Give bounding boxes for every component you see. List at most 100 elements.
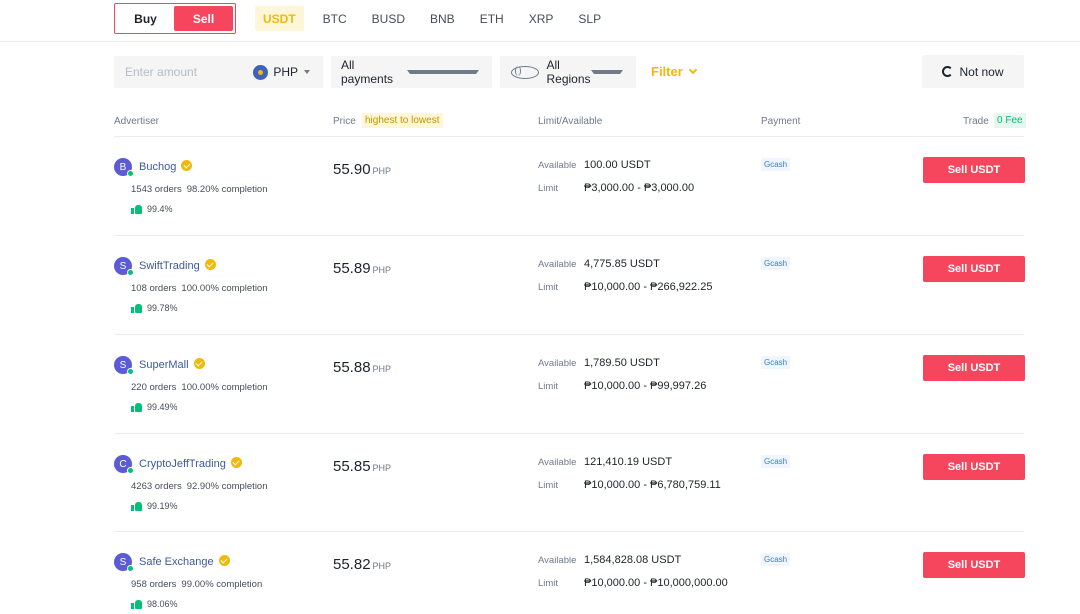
chevron-down-icon [304, 70, 310, 74]
price-value: 55.88 [333, 359, 371, 376]
price-value: 55.90 [333, 161, 371, 178]
advertiser-name-text: SuperMall [139, 359, 189, 371]
available-label: Available [538, 160, 577, 171]
thumbs-up-icon [131, 501, 142, 511]
advertiser-stats: 4263 orders 92.90% completion [131, 481, 268, 492]
table-row: S SwiftTrading 108 orders 100.00% complet… [114, 235, 1025, 334]
thumbs-up-icon [131, 303, 142, 313]
rating-value: 99.4% [147, 204, 173, 214]
available-label: Available [538, 358, 577, 369]
coin-tab-usdt[interactable]: USDT [255, 6, 304, 31]
online-status-icon [127, 170, 134, 177]
limit-label: Limit [538, 578, 559, 589]
limit-label: Limit [538, 381, 559, 392]
coin-tab-busd[interactable]: BUSD [372, 6, 405, 31]
php-currency-icon [253, 64, 269, 80]
verified-badge-icon [193, 358, 205, 369]
filter-label: Filter [651, 64, 683, 79]
sell-usdt-button[interactable]: Sell USDT [923, 454, 1025, 480]
price-currency: PHP [372, 561, 392, 571]
rating-value: 99.78% [147, 303, 178, 313]
not-now-label: Not now [959, 64, 1004, 79]
price-sort-badge[interactable]: highest to lowest [362, 113, 443, 128]
advertiser-name[interactable]: SwiftTrading [139, 259, 216, 272]
price-currency: PHP [372, 166, 392, 176]
rating: 99.4% [131, 204, 173, 214]
limit-label: Limit [538, 480, 559, 491]
online-status-icon [127, 467, 134, 474]
avatar[interactable]: S [114, 356, 134, 375]
filter-button[interactable]: Filter [651, 64, 698, 79]
rating: 99.19% [131, 501, 178, 511]
completion-rate: 99.00% completion [181, 579, 263, 590]
price-currency: PHP [372, 265, 392, 275]
price: 55.89 PHP [333, 260, 391, 277]
avatar[interactable]: S [114, 553, 134, 572]
sell-tab[interactable]: Sell [174, 6, 233, 31]
avatar-initial: S [119, 556, 127, 568]
coin-tab-xrp[interactable]: XRP [529, 6, 554, 31]
order-count: 108 orders [131, 283, 177, 294]
price: 55.85 PHP [333, 458, 391, 475]
advertiser-name-text: CryptoJeffTrading [139, 458, 226, 470]
advertiser-name[interactable]: Buchog [139, 160, 193, 173]
thumbs-up-icon [131, 402, 142, 412]
completion-rate: 100.00% completion [181, 283, 268, 294]
region-select-label: All Regions [546, 58, 591, 86]
order-count: 4263 orders [131, 481, 182, 492]
chevron-down-icon [590, 70, 623, 74]
advertiser-name[interactable]: SuperMall [139, 358, 205, 371]
table-row: B Buchog 1543 orders 98.20% completion 99… [114, 136, 1025, 235]
coin-tab-slp[interactable]: SLP [578, 6, 601, 31]
sell-usdt-button[interactable]: Sell USDT [923, 157, 1025, 183]
limit-value: ₱10,000.00 - ₱10,000,000.00 [584, 577, 728, 589]
payment-method-badge: Gcash [761, 455, 791, 468]
advertiser-stats: 108 orders 100.00% completion [131, 283, 268, 294]
available-value: 1,789.50 USDT [584, 357, 660, 369]
price-currency: PHP [372, 364, 392, 374]
buy-sell-toggle: Buy Sell [114, 3, 236, 34]
online-status-icon [127, 368, 134, 375]
avatar[interactable]: S [114, 257, 134, 276]
verified-badge-icon [218, 555, 230, 566]
refresh-icon [942, 66, 954, 77]
amount-placeholder: Enter amount [125, 65, 198, 79]
coin-tab-bnb[interactable]: BNB [430, 6, 455, 31]
sell-usdt-button[interactable]: Sell USDT [923, 355, 1025, 381]
available-value: 121,410.19 USDT [584, 456, 673, 468]
avatar[interactable]: C [114, 455, 134, 474]
price-currency: PHP [372, 463, 392, 473]
currency-select[interactable]: PHP [273, 65, 298, 79]
online-status-icon [127, 269, 134, 276]
advertiser-name[interactable]: CryptoJeffTrading [139, 457, 242, 470]
price: 55.82 PHP [333, 556, 391, 573]
buy-tab[interactable]: Buy [117, 6, 174, 31]
rating: 98.06% [131, 599, 178, 609]
advertiser-stats: 958 orders 99.00% completion [131, 579, 262, 590]
column-header-price: Price [333, 116, 356, 127]
rating-value: 98.06% [147, 599, 178, 609]
coin-tab-btc[interactable]: BTC [323, 6, 347, 31]
coin-tab-eth[interactable]: ETH [480, 6, 504, 31]
available-value: 1,584,828.08 USDT [584, 554, 682, 566]
sell-usdt-button[interactable]: Sell USDT [923, 552, 1025, 578]
payment-select[interactable]: All payments [331, 56, 492, 88]
not-now-button[interactable]: Not now [922, 55, 1024, 88]
chevron-down-icon [407, 70, 479, 74]
payment-method-badge: Gcash [761, 356, 791, 369]
advertiser-stats: 1543 orders 98.20% completion [131, 184, 268, 195]
avatar-initial: S [119, 260, 127, 272]
verified-badge-icon [204, 259, 216, 270]
advertiser-name-text: Buchog [139, 161, 177, 173]
limit-value: ₱10,000.00 - ₱6,780,759.11 [584, 479, 721, 491]
completion-rate: 98.20% completion [186, 184, 268, 195]
sell-usdt-button[interactable]: Sell USDT [923, 256, 1025, 282]
available-label: Available [538, 555, 577, 566]
advertiser-name[interactable]: Safe Exchange [139, 555, 230, 568]
amount-input[interactable]: Enter amount PHP [114, 56, 323, 88]
completion-rate: 92.90% completion [186, 481, 268, 492]
avatar-initial: C [119, 458, 127, 470]
avatar-initial: S [119, 359, 127, 371]
region-select[interactable]: All Regions [500, 56, 636, 88]
avatar[interactable]: B [114, 158, 134, 177]
